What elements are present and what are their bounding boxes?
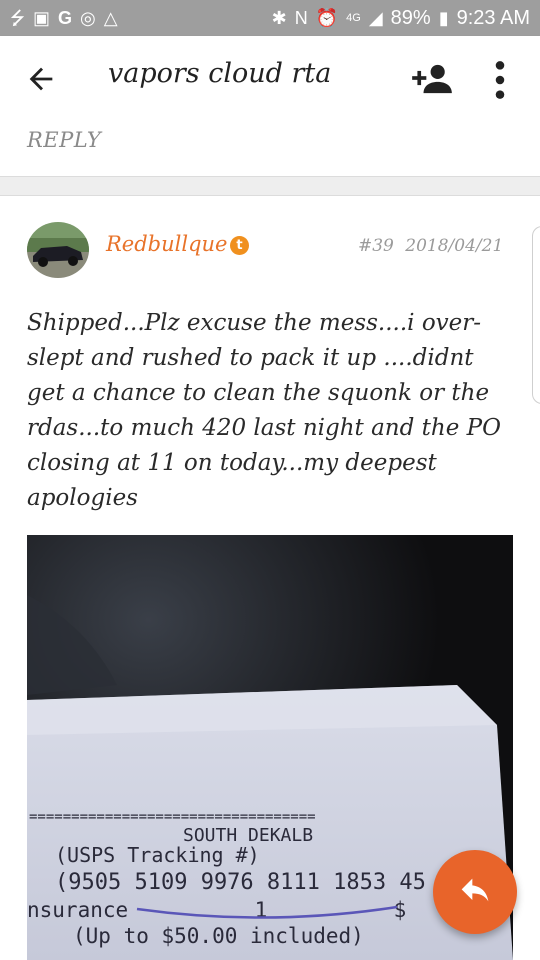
reply-button[interactable]: REPLY (27, 128, 101, 152)
status-bar: ⭍ ▣ G ◎ △ ✱ N ⏰ 4G ◢ 89% ▮ 9:23 AM (0, 0, 540, 36)
receipt-line: ================================== (29, 809, 316, 825)
reply-fab[interactable] (433, 850, 517, 934)
triangle-icon: △ (103, 8, 118, 28)
image-icon: ▣ (33, 8, 51, 28)
instagram-icon: ◎ (80, 8, 96, 28)
thread-title: vapors cloud rta (108, 58, 332, 89)
post-meta: #39 2018/04/21 (358, 236, 503, 256)
receipt-line: (9505 5109 9976 8111 1853 45 (55, 870, 426, 895)
alarm-icon: ⏰ (315, 8, 339, 28)
status-right: ✱ N ⏰ 4G ◢ 89% ▮ 9:23 AM (272, 7, 530, 30)
battery-icon: ▮ (438, 8, 449, 28)
battery-percent: 89% (390, 6, 431, 29)
avatar[interactable] (27, 222, 89, 278)
post-author[interactable]: Redbullque (106, 232, 227, 256)
tapatalk-badge: t (230, 236, 249, 255)
clock: 9:23 AM (456, 6, 530, 29)
post-body: Shipped...Plz excuse the mess....i over-… (27, 310, 501, 511)
side-panel-handle[interactable] (532, 226, 540, 404)
reply-icon (461, 878, 489, 902)
app-bar: vapors cloud rta (0, 36, 540, 120)
usb-icon: ⭍ (10, 8, 25, 28)
status-left: ⭍ ▣ G ◎ △ (10, 9, 118, 27)
post-number: #39 (358, 236, 394, 256)
nfc-icon: N (294, 8, 308, 28)
avatar-car-image (27, 222, 89, 278)
bluetooth-icon: ✱ (271, 8, 287, 28)
post-date: 2018/04/21 (405, 236, 504, 256)
google-icon: G (58, 8, 73, 28)
network-type: 4G (346, 12, 361, 24)
signal-icon: ◢ (368, 8, 383, 28)
back-arrow-icon[interactable] (24, 62, 58, 96)
more-options-icon[interactable] (494, 60, 506, 100)
add-person-icon[interactable] (410, 62, 454, 96)
receipt-line: (Up to $50.00 included) (73, 924, 364, 948)
post-divider (0, 176, 540, 196)
receipt-line: nsurance 1 $ (27, 898, 406, 922)
receipt-line: (USPS Tracking #) (55, 843, 260, 867)
